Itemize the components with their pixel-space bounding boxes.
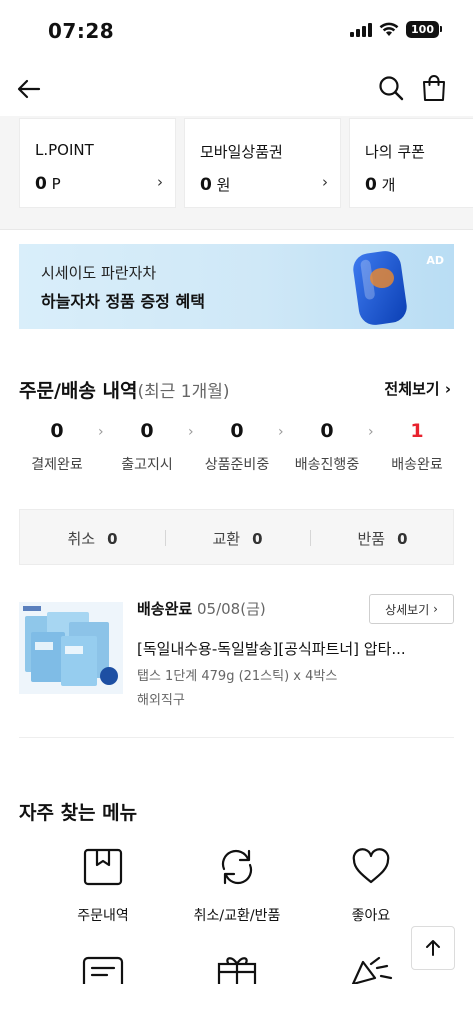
wifi-icon <box>379 22 399 36</box>
sunscreen-product-image <box>353 251 407 325</box>
order-item-status: 배송완료 05/08(금) <box>137 600 266 618</box>
section-divider <box>19 737 454 738</box>
order-section-title: 주문/배송 내역(최근 1개월) <box>19 380 230 402</box>
cancel-count[interactable]: 취소 0 <box>20 528 165 549</box>
order-step-paid[interactable]: 0 결제완료 <box>12 420 102 474</box>
nav-bar <box>0 62 473 116</box>
search-icon[interactable] <box>376 73 406 103</box>
scroll-top-button[interactable] <box>411 926 455 970</box>
order-item-shipping-type: 해외직구 <box>137 693 185 708</box>
menu-likes[interactable]: 좋아요 <box>301 845 441 925</box>
point-card-title: L.POINT <box>35 141 94 159</box>
chevron-right-icon: › <box>322 173 328 191</box>
status-bar: 07:28 100 <box>0 0 473 62</box>
status-time: 07:28 <box>48 19 115 43</box>
point-card-value: 0 P <box>35 174 61 194</box>
point-card-coupon[interactable]: 나의 쿠폰 0 개 <box>349 118 473 208</box>
arrow-up-icon <box>426 940 440 956</box>
point-card-value: 0 원 <box>200 175 231 195</box>
order-item-name: [독일내수용-독일발송][공식파트너] 압타... <box>137 640 406 658</box>
status-icons: 100 <box>350 21 442 38</box>
ad-badge: AD <box>426 254 444 267</box>
point-card-title: 모바일상품권 <box>200 143 283 161</box>
party-popper-icon[interactable] <box>349 954 393 984</box>
order-steps: 0 결제완료 › 0 출고지시 › 0 상품준비중 › 0 배송진행중 › 1 … <box>0 420 473 480</box>
message-icon[interactable] <box>81 954 125 984</box>
points-section: L.POINT 0 P › 모바일상품권 0 원 › 나의 쿠폰 0 개 <box>0 116 473 230</box>
ad-banner[interactable]: 시세이도 파란자차 하늘자차 정품 증정 혜택 AD <box>19 244 454 329</box>
product-thumbnail <box>19 602 123 694</box>
back-button[interactable] <box>14 74 44 104</box>
point-card-lpoint[interactable]: L.POINT 0 P › <box>19 118 176 208</box>
heart-icon <box>352 848 390 884</box>
return-count[interactable]: 반품 0 <box>310 528 455 549</box>
order-item-option: 탭스 1단계 479g (21스틱) x 4박스 <box>137 669 338 684</box>
detail-view-button[interactable]: 상세보기 › <box>369 594 454 624</box>
shopping-bag-icon[interactable] <box>419 73 449 103</box>
point-card-mobile-voucher[interactable]: 모바일상품권 0 원 › <box>184 118 341 208</box>
ad-line1: 시세이도 파란자차 <box>41 264 157 282</box>
exchange-count[interactable]: 교환 0 <box>165 528 310 549</box>
point-card-value: 0 개 <box>365 175 396 195</box>
refresh-icon <box>221 849 253 885</box>
chevron-right-icon: › <box>157 173 163 191</box>
menu-order-history[interactable]: 주문내역 <box>33 845 173 925</box>
order-item[interactable]: 배송완료 05/08(금) 상세보기 › [독일내수용-독일발송][공식파트너]… <box>19 594 454 714</box>
order-step-delivered[interactable]: 1 배송완료 <box>372 420 462 474</box>
point-card-title: 나의 쿠폰 <box>365 143 425 161</box>
bookmark-box-icon <box>83 848 123 886</box>
ad-line2: 하늘자차 정품 증정 혜택 <box>41 292 205 311</box>
frequent-menu-title: 자주 찾는 메뉴 <box>19 802 138 824</box>
order-step-dispatch[interactable]: 0 출고지시 <box>102 420 192 474</box>
battery-indicator: 100 <box>406 21 442 38</box>
order-step-preparing[interactable]: 0 상품준비중 <box>192 420 282 474</box>
cancel-exchange-return-box: 취소 0 교환 0 반품 0 <box>19 509 454 565</box>
menu-cancel-exchange-return[interactable]: 취소/교환/반품 <box>167 845 307 925</box>
order-step-shipping[interactable]: 0 배송진행중 <box>282 420 372 474</box>
gift-icon[interactable] <box>215 954 259 984</box>
signal-icon <box>350 22 372 37</box>
view-all-link[interactable]: 전체보기 › <box>384 378 451 399</box>
